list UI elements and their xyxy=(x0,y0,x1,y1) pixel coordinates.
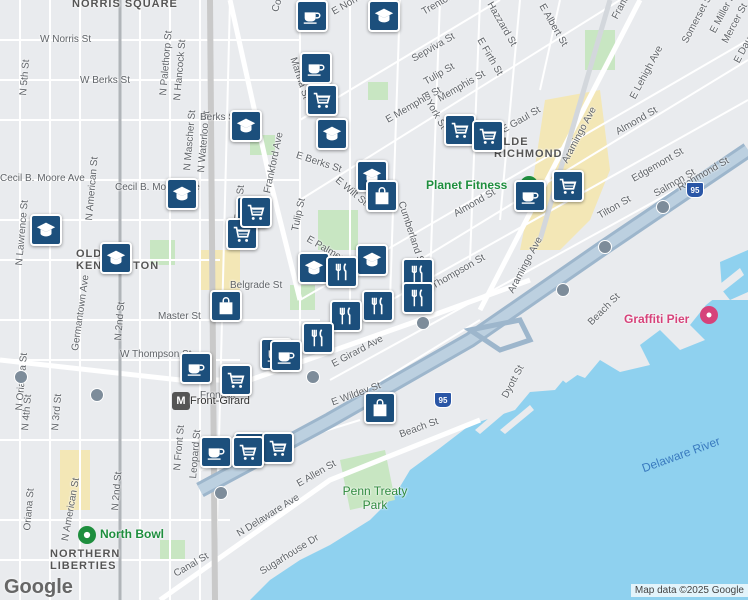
school-marker[interactable] xyxy=(316,118,348,150)
school-icon xyxy=(361,249,383,271)
coffee-marker[interactable] xyxy=(270,340,302,372)
highway-shield: 95 xyxy=(434,392,452,408)
school-icon xyxy=(171,183,193,205)
school-marker[interactable] xyxy=(100,242,132,274)
cart-icon xyxy=(477,125,499,147)
metro-icon[interactable]: M xyxy=(172,392,190,410)
restaurant-marker[interactable] xyxy=(402,282,434,314)
restaurant-marker[interactable] xyxy=(330,300,362,332)
bowling-icon[interactable] xyxy=(78,526,96,544)
cart-marker[interactable] xyxy=(262,432,294,464)
cart-marker[interactable] xyxy=(306,84,338,116)
restaurant-icon xyxy=(335,305,357,327)
coffee-marker[interactable] xyxy=(514,180,546,212)
bag-icon xyxy=(215,295,237,317)
attraction-icon[interactable] xyxy=(700,306,718,324)
cart-marker[interactable] xyxy=(232,436,264,468)
cart-icon xyxy=(449,119,471,141)
bag-icon xyxy=(369,397,391,419)
coffee-marker[interactable] xyxy=(296,0,328,32)
coffee-icon xyxy=(205,441,227,463)
cart-icon xyxy=(267,437,289,459)
school-icon xyxy=(373,5,395,27)
exit-icon xyxy=(416,316,430,330)
bag-icon xyxy=(371,185,393,207)
cart-icon xyxy=(557,175,579,197)
restaurant-marker[interactable] xyxy=(326,256,358,288)
coffee-icon xyxy=(301,5,323,27)
bag-marker[interactable] xyxy=(366,180,398,212)
school-marker[interactable] xyxy=(166,178,198,210)
restaurant-marker[interactable] xyxy=(362,290,394,322)
bag-marker[interactable] xyxy=(210,290,242,322)
bag-marker[interactable] xyxy=(364,392,396,424)
restaurant-icon xyxy=(307,327,329,349)
cart-marker[interactable] xyxy=(552,170,584,202)
exit-icon xyxy=(306,370,320,384)
school-marker[interactable] xyxy=(368,0,400,32)
exit-icon xyxy=(14,370,28,384)
exit-icon xyxy=(656,200,670,214)
coffee-marker[interactable] xyxy=(300,52,332,84)
school-marker[interactable] xyxy=(30,214,62,246)
school-icon xyxy=(235,115,257,137)
cart-icon xyxy=(245,201,267,223)
restaurant-icon xyxy=(367,295,389,317)
cart-marker[interactable] xyxy=(220,364,252,396)
coffee-icon xyxy=(519,185,541,207)
map-canvas[interactable]: NORRIS SQUARE OLDE RICHMOND OLD KENSINGT… xyxy=(0,0,748,600)
restaurant-icon xyxy=(407,287,429,309)
cart-marker[interactable] xyxy=(240,196,272,228)
coffee-marker[interactable] xyxy=(180,352,212,384)
school-icon xyxy=(35,219,57,241)
google-logo: Google xyxy=(4,576,73,598)
exit-icon xyxy=(90,388,104,402)
exit-icon xyxy=(598,240,612,254)
school-icon xyxy=(105,247,127,269)
restaurant-icon xyxy=(331,261,353,283)
restaurant-marker[interactable] xyxy=(302,322,334,354)
school-icon xyxy=(321,123,343,145)
exit-icon xyxy=(556,283,570,297)
coffee-icon xyxy=(275,345,297,367)
coffee-icon xyxy=(305,57,327,79)
cart-icon xyxy=(237,441,259,463)
school-marker[interactable] xyxy=(230,110,262,142)
school-icon xyxy=(303,257,325,279)
coffee-marker[interactable] xyxy=(200,436,232,468)
cart-marker[interactable] xyxy=(472,120,504,152)
highway-shield: 95 xyxy=(686,182,704,198)
coffee-icon xyxy=(185,357,207,379)
school-marker[interactable] xyxy=(356,244,388,276)
cart-icon xyxy=(311,89,333,111)
exit-icon xyxy=(214,486,228,500)
cart-icon xyxy=(225,369,247,391)
attribution[interactable]: Map data ©2025 Google xyxy=(630,584,748,597)
